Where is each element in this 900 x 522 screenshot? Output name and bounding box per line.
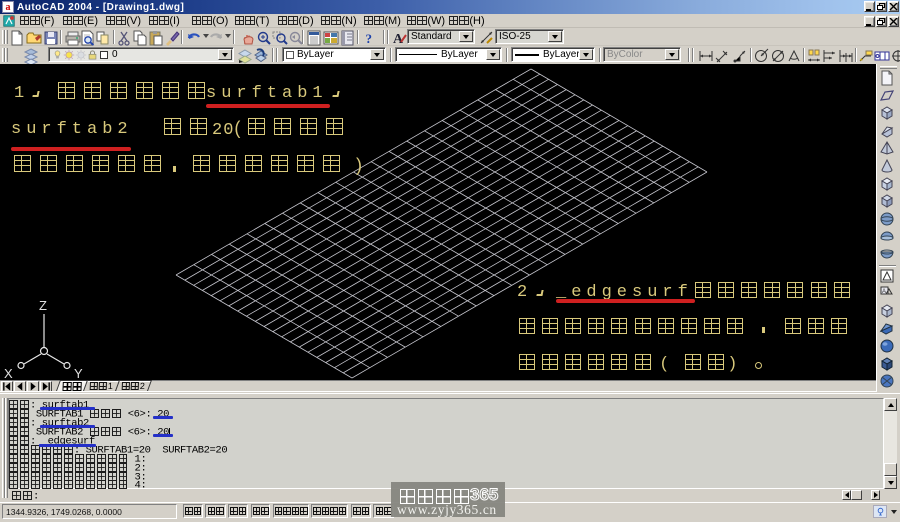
svg-text:Z: Z [39,298,47,313]
svg-text:A: A [882,289,886,295]
svg-text:Y: Y [74,366,83,380]
svg-text:?: ? [366,31,373,46]
svg-text:X: X [4,366,13,380]
